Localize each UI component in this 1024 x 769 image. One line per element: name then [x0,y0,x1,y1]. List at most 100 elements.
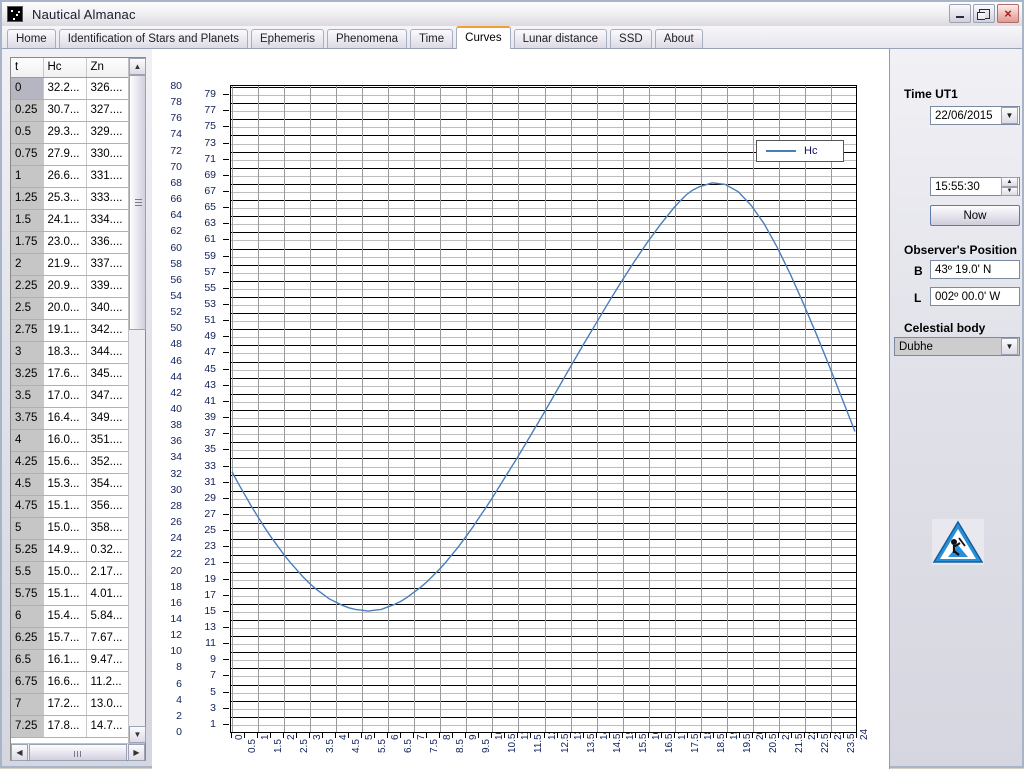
row-header-cell[interactable]: 0.25 [11,99,44,122]
table-row[interactable]: 5 15.0... 358.... [11,517,130,540]
table-cell[interactable]: 14.7... [86,715,130,738]
table-row[interactable]: 6.5 16.1... 9.47... [11,649,130,672]
row-header-cell[interactable]: 0.5 [11,121,44,144]
curve-data-grid[interactable]: t Hc Zn 0 32.2... 326.... 0.25 30.7... 327.... 0… [10,57,146,761]
table-row[interactable]: 2.75 19.1... 342.... [11,319,130,342]
row-header-cell[interactable]: 4.5 [11,473,44,496]
row-header-cell[interactable]: 7 [11,693,44,716]
maximize-button[interactable] [973,4,995,23]
table-cell[interactable]: 356.... [86,495,130,518]
table-cell[interactable]: 9.47... [86,649,130,672]
table-row[interactable]: 1.75 23.0... 336.... [11,231,130,254]
column-header-zn[interactable]: Zn [86,58,130,78]
row-header-cell[interactable]: 3.75 [11,407,44,430]
vertical-scroll-thumb[interactable] [129,75,146,330]
grid-horizontal-scrollbar[interactable]: ◀ ▶ [11,743,145,761]
table-row[interactable]: 0.75 27.9... 330.... [11,143,130,166]
row-header-cell[interactable]: 0.75 [11,143,44,166]
table-cell[interactable]: 15.0... [43,517,87,540]
table-cell[interactable]: 27.9... [43,143,87,166]
table-cell[interactable]: 352.... [86,451,130,474]
column-header-hc[interactable]: Hc [43,58,87,78]
row-header-cell[interactable]: 1.25 [11,187,44,210]
row-header-cell[interactable]: 6.5 [11,649,44,672]
time-input[interactable]: 15:55:30 ▲ ▼ [930,177,1020,196]
table-cell[interactable]: 336.... [86,231,130,254]
row-header-cell[interactable]: 2.25 [11,275,44,298]
row-header-cell[interactable]: 5.75 [11,583,44,606]
table-cell[interactable]: 18.3... [43,341,87,364]
row-header-cell[interactable]: 1.75 [11,231,44,254]
table-row[interactable]: 3.5 17.0... 347.... [11,385,130,408]
tab-time[interactable]: Time [410,29,454,48]
spin-up-icon[interactable]: ▲ [1001,177,1018,187]
table-row[interactable]: 7.25 17.8... 14.7... [11,715,130,738]
table-cell[interactable]: 2.17... [86,561,130,584]
row-header-cell[interactable]: 5.25 [11,539,44,562]
table-cell[interactable]: 340.... [86,297,130,320]
table-cell[interactable]: 15.1... [43,583,87,606]
tab-identification-of-stars-and-planets[interactable]: Identification of Stars and Planets [58,29,249,48]
table-row[interactable]: 5.75 15.1... 4.01... [11,583,130,606]
table-cell[interactable]: 25.3... [43,187,87,210]
time-spinner[interactable]: ▲ ▼ [1001,177,1018,196]
row-header-cell[interactable]: 4.25 [11,451,44,474]
celestial-body-select[interactable]: Dubhe ▼ [894,337,1020,356]
row-header-cell[interactable]: 5 [11,517,44,540]
table-cell[interactable]: 16.4... [43,407,87,430]
table-cell[interactable]: 16.1... [43,649,87,672]
table-cell[interactable]: 354.... [86,473,130,496]
tab-curves[interactable]: Curves [456,26,511,49]
horizontal-scroll-thumb[interactable] [29,744,127,761]
tab-home[interactable]: Home [7,29,56,48]
table-cell[interactable]: 15.1... [43,495,87,518]
table-row[interactable]: 6 15.4... 5.84... [11,605,130,628]
table-cell[interactable]: 29.3... [43,121,87,144]
table-cell[interactable]: 333.... [86,187,130,210]
row-header-cell[interactable]: 4.75 [11,495,44,518]
table-cell[interactable]: 23.0... [43,231,87,254]
chevron-down-icon[interactable]: ▼ [1001,338,1018,355]
row-header-cell[interactable]: 2.75 [11,319,44,342]
row-header-cell[interactable]: 3.5 [11,385,44,408]
scroll-up-button[interactable]: ▲ [129,58,146,75]
chevron-down-icon[interactable]: ▼ [1001,107,1018,124]
table-cell[interactable]: 15.4... [43,605,87,628]
row-header-cell[interactable]: 1 [11,165,44,188]
row-header-cell[interactable]: 4 [11,429,44,452]
longitude-input[interactable]: 002º 00.0' W [930,287,1020,306]
row-header-cell[interactable]: 1.5 [11,209,44,232]
table-cell[interactable]: 331.... [86,165,130,188]
table-cell[interactable]: 15.6... [43,451,87,474]
latitude-input[interactable]: 43º 19.0' N [930,260,1020,279]
table-cell[interactable]: 5.84... [86,605,130,628]
table-cell[interactable]: 17.2... [43,693,87,716]
table-cell[interactable]: 349.... [86,407,130,430]
table-cell[interactable]: 32.2... [43,77,87,100]
table-cell[interactable]: 7.67... [86,627,130,650]
tab-ssd[interactable]: SSD [610,29,652,48]
table-row[interactable]: 6.25 15.7... 7.67... [11,627,130,650]
table-cell[interactable]: 337.... [86,253,130,276]
table-cell[interactable]: 26.6... [43,165,87,188]
table-cell[interactable]: 16.0... [43,429,87,452]
row-header-cell[interactable]: 0 [11,77,44,100]
table-cell[interactable]: 329.... [86,121,130,144]
table-row[interactable]: 1 26.6... 331.... [11,165,130,188]
table-cell[interactable]: 326.... [86,77,130,100]
date-input[interactable]: 22/06/2015 ▼ [930,106,1020,125]
table-row[interactable]: 1.5 24.1... 334.... [11,209,130,232]
table-row[interactable]: 2.25 20.9... 339.... [11,275,130,298]
table-row[interactable]: 0.5 29.3... 329.... [11,121,130,144]
table-cell[interactable]: 358.... [86,517,130,540]
table-row[interactable]: 3.25 17.6... 345.... [11,363,130,386]
table-cell[interactable]: 17.0... [43,385,87,408]
table-row[interactable]: 1.25 25.3... 333.... [11,187,130,210]
table-cell[interactable]: 17.6... [43,363,87,386]
table-row[interactable]: 6.75 16.6... 11.2... [11,671,130,694]
table-cell[interactable]: 30.7... [43,99,87,122]
row-header-cell[interactable]: 6.25 [11,627,44,650]
table-cell[interactable]: 17.8... [43,715,87,738]
table-cell[interactable]: 327.... [86,99,130,122]
table-cell[interactable]: 344.... [86,341,130,364]
